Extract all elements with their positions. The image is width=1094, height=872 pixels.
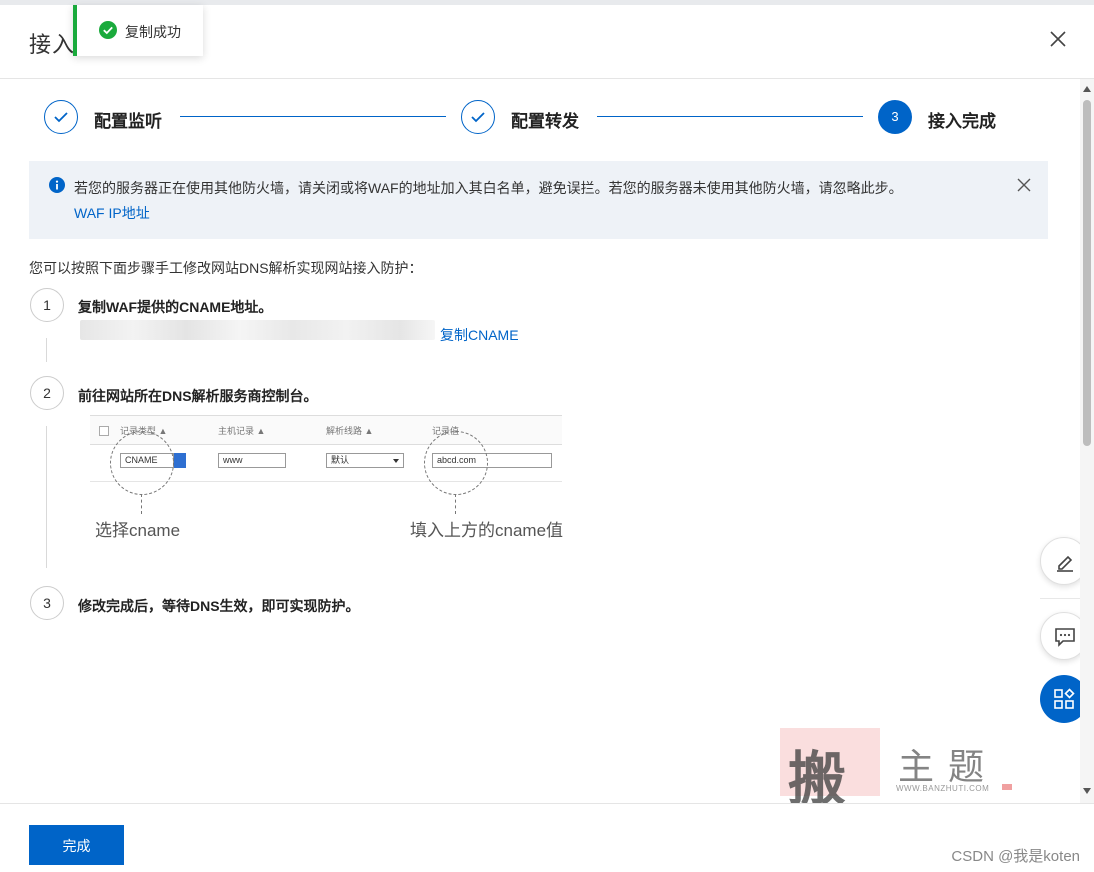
highlight-circle (110, 431, 174, 495)
watermark-mark (1002, 784, 1012, 790)
progress-steps: 配置监听 配置转发 3 接入完成 (0, 100, 1080, 136)
copy-success-toast: 复制成功 (73, 5, 203, 56)
header-line: 解析线路 ▲ (326, 426, 374, 436)
step-2-done-icon (461, 100, 495, 134)
instruction-text-1: 复制WAF提供的CNAME地址。 (78, 299, 273, 315)
note-fill-cname: 填入上方的cname值 (410, 521, 564, 540)
credit-text: CSDN @我是koten (951, 848, 1080, 865)
waf-ip-link[interactable]: WAF IP地址 (74, 203, 150, 223)
dialog-title: 接入 (29, 32, 76, 57)
edit-icon (1057, 555, 1073, 572)
host-record-field: www (218, 453, 286, 468)
chevron-down-icon (393, 459, 399, 463)
header-host-record: 主机记录 ▲ (218, 426, 266, 436)
step-3-label: 接入完成 (928, 112, 996, 131)
instruction-number-3: 3 (30, 586, 64, 620)
toast-text: 复制成功 (125, 24, 181, 40)
close-icon[interactable] (1046, 27, 1070, 51)
step-connector (180, 116, 446, 117)
done-button[interactable]: 完成 (29, 825, 124, 865)
scrollbar-thumb[interactable] (1083, 100, 1091, 446)
step-2-label: 配置转发 (511, 112, 579, 131)
cname-address-redacted (80, 320, 435, 340)
checkbox-icon (99, 426, 109, 436)
site-watermark: 搬 主题 WWW.BANZHUTI.COM (780, 728, 1020, 813)
notice-close-icon[interactable] (1016, 177, 1032, 193)
scroll-up-icon[interactable] (1083, 86, 1091, 92)
step-vertical-line (46, 338, 47, 362)
instruction-number-2: 2 (30, 376, 64, 410)
dropdown-toggle-icon (174, 453, 186, 468)
pointer-line (141, 494, 142, 514)
instruction-text-3: 修改完成后，等待DNS生效，即可实现防护。 (78, 598, 360, 614)
firewall-notice: 若您的服务器正在使用其他防火墙，请关闭或将WAF的地址加入其白名单，避免误拦。若… (29, 161, 1048, 239)
step-vertical-line (46, 426, 47, 568)
info-icon (49, 177, 65, 193)
note-select-cname: 选择cname (95, 521, 181, 540)
chat-icon (1055, 628, 1075, 647)
watermark-seal: 搬 (780, 728, 880, 813)
copy-cname-link[interactable]: 复制CNAME (440, 325, 519, 345)
dialog-footer: 完成 CSDN @我是koten (0, 803, 1094, 872)
highlight-circle (424, 431, 488, 495)
scroll-down-icon[interactable] (1083, 788, 1091, 794)
pointer-line (455, 494, 456, 514)
instruction-number-1: 1 (30, 288, 64, 322)
instruction-text-2: 前往网站所在DNS解析服务商控制台。 (78, 388, 318, 404)
intro-text: 您可以按照下面步骤手工修改网站DNS解析实现网站接入防护： (29, 260, 423, 276)
success-check-icon (99, 21, 117, 39)
watermark-text: 主题 (898, 747, 999, 788)
step-1-label: 配置监听 (94, 112, 162, 131)
step-3-number: 3 (878, 100, 912, 134)
watermark-url: WWW.BANZHUTI.COM (896, 784, 990, 793)
notice-text: 若您的服务器正在使用其他防火墙，请关闭或将WAF的地址加入其白名单，避免误拦。若… (74, 180, 903, 196)
step-1-done-icon (44, 100, 78, 134)
apps-icon (1054, 688, 1075, 709)
step-connector (597, 116, 863, 117)
